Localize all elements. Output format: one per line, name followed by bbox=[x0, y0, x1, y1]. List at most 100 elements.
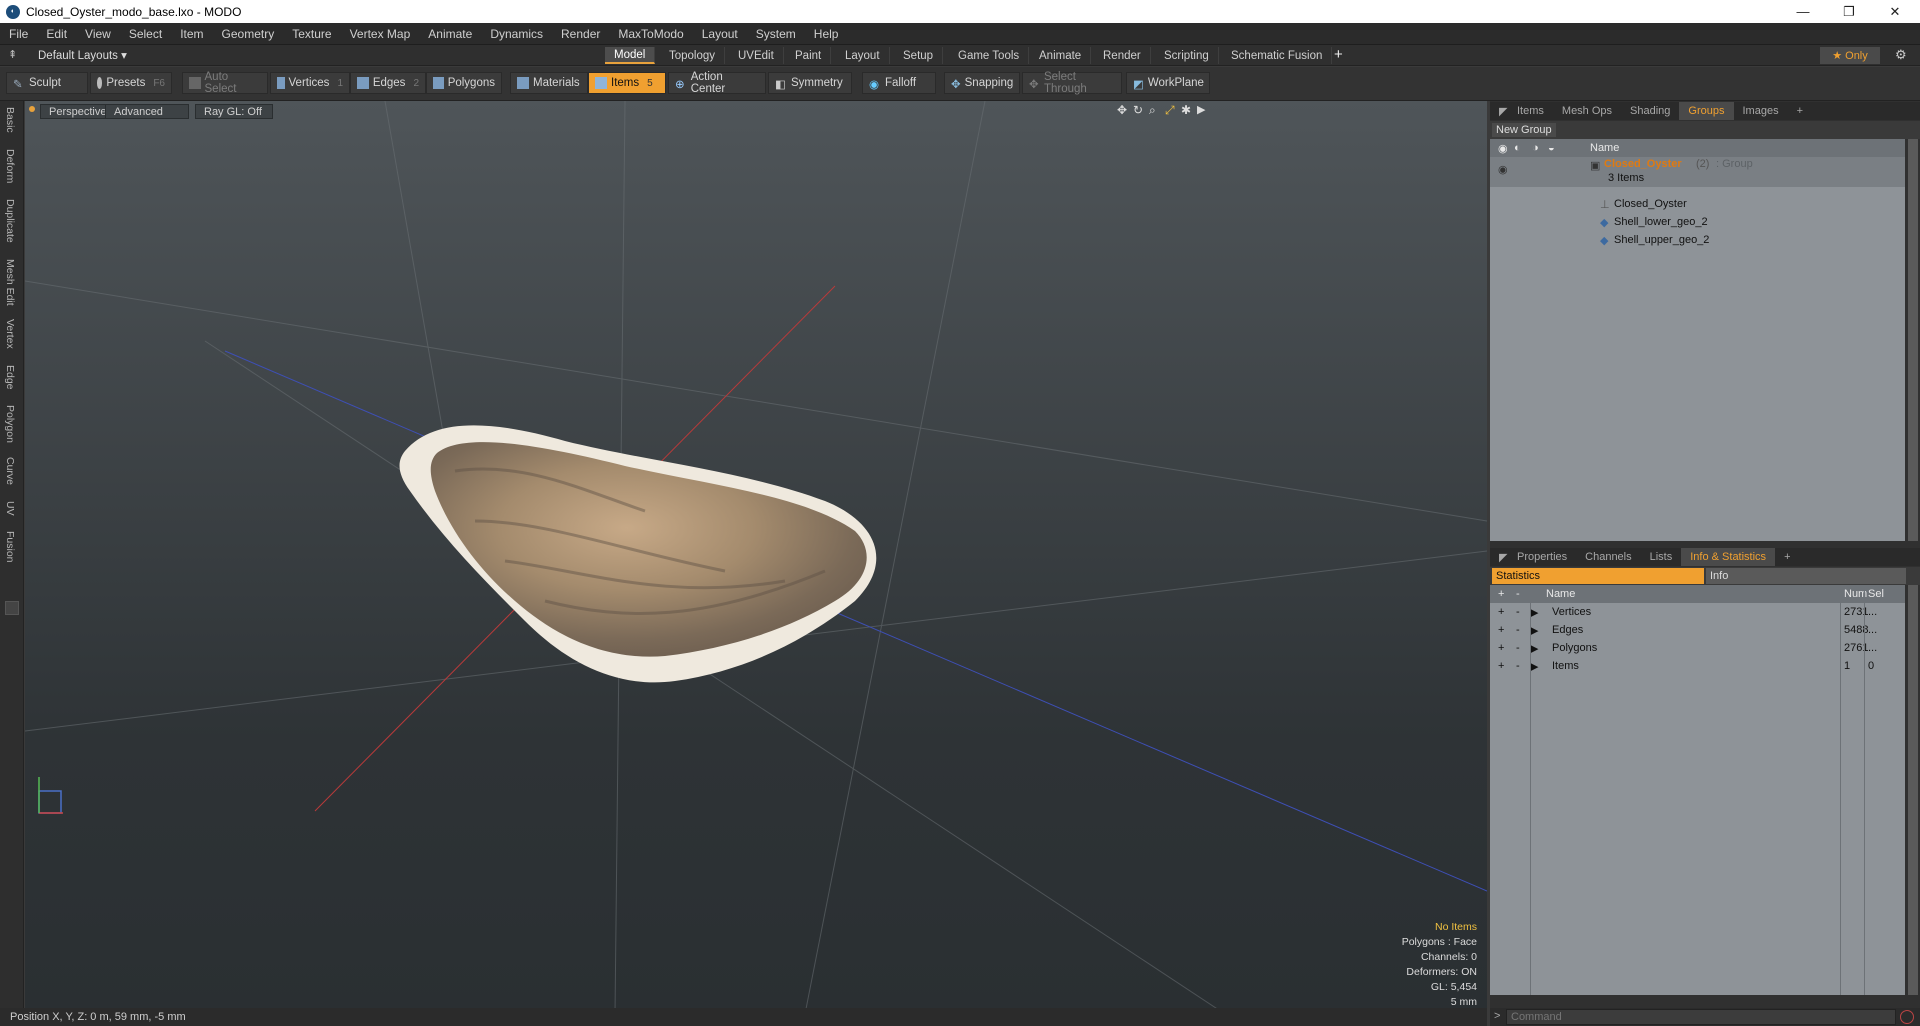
tab-items[interactable]: Items bbox=[1508, 102, 1553, 120]
stats-row-items[interactable]: + - ▶ Items 1 0 bbox=[1490, 657, 1905, 675]
tab-shading[interactable]: Shading bbox=[1621, 102, 1679, 120]
tree-item-row[interactable]: ◆ Shell_upper_geo_2 bbox=[1490, 231, 1905, 249]
tab-paint[interactable]: Paint bbox=[786, 47, 832, 64]
lock-icon[interactable]: ◐ bbox=[1514, 142, 1521, 154]
expand-arrow-icon[interactable]: ▶ bbox=[1530, 624, 1538, 637]
tab-game-tools[interactable]: Game Tools bbox=[949, 47, 1030, 64]
expand-toggle[interactable] bbox=[5, 601, 19, 615]
tab-layout[interactable]: Layout bbox=[836, 47, 890, 64]
add-panel-tab-button[interactable]: + bbox=[1788, 102, 1812, 120]
vtab-deform[interactable]: Deform bbox=[4, 149, 16, 183]
items-button[interactable]: Items 5 bbox=[588, 72, 666, 94]
tab-schematic-fusion[interactable]: Schematic Fusion bbox=[1222, 47, 1333, 64]
menu-render[interactable]: Render bbox=[552, 27, 609, 41]
remove-selection-button[interactable]: - bbox=[1516, 642, 1520, 654]
falloff-button[interactable]: ◉ Falloff bbox=[862, 72, 936, 94]
menu-texture[interactable]: Texture bbox=[283, 27, 340, 41]
maximize-button[interactable]: ❐ bbox=[1826, 0, 1872, 23]
vtab-basic[interactable]: Basic bbox=[4, 107, 16, 133]
settings-icon[interactable]: ✱ bbox=[1181, 103, 1191, 117]
panel-menu-icon[interactable]: ◤ bbox=[1490, 548, 1508, 566]
rotate-icon[interactable]: ↻ bbox=[1133, 103, 1143, 117]
menu-animate[interactable]: Animate bbox=[419, 27, 481, 41]
info-tab[interactable]: Info bbox=[1706, 568, 1906, 584]
3d-viewport[interactable]: Perspective Advanced Ray GL: Off ✥ ↻ ⌕ ⤢… bbox=[25, 101, 1487, 1014]
record-icon[interactable] bbox=[1900, 1010, 1914, 1024]
vtab-duplicate[interactable]: Duplicate bbox=[4, 199, 16, 243]
vtab-fusion[interactable]: Fusion bbox=[4, 531, 16, 563]
menu-maxtomodo[interactable]: MaxToModo bbox=[609, 27, 692, 41]
gear-icon[interactable]: ⚙ bbox=[1895, 47, 1907, 63]
menu-geometry[interactable]: Geometry bbox=[213, 27, 284, 41]
tab-scripting[interactable]: Scripting bbox=[1155, 47, 1219, 64]
presets-button[interactable]: Presets F6 bbox=[90, 72, 172, 94]
tree-item-row[interactable]: ◆ Shell_lower_geo_2 bbox=[1490, 213, 1905, 231]
vtab-polygon[interactable]: Polygon bbox=[4, 405, 16, 443]
edges-button[interactable]: Edges 2 bbox=[350, 72, 426, 94]
new-group-button[interactable]: New Group bbox=[1492, 123, 1556, 137]
tab-mesh-ops[interactable]: Mesh Ops bbox=[1553, 102, 1621, 120]
select-through-button[interactable]: ✥ Select Through bbox=[1022, 71, 1122, 95]
expand-arrow-icon[interactable]: ▶ bbox=[1530, 660, 1538, 673]
remove-selection-button[interactable]: - bbox=[1516, 606, 1520, 618]
snapping-button[interactable]: ✥ Snapping bbox=[944, 72, 1020, 94]
group-row[interactable]: ◉ ▣ Closed_Oyster (2) : Group 3 Items bbox=[1490, 157, 1905, 187]
menu-item[interactable]: Item bbox=[171, 27, 212, 41]
vtab-uv[interactable]: UV bbox=[4, 501, 16, 516]
tree-item-row[interactable]: ⊥ Closed_Oyster bbox=[1490, 195, 1905, 213]
oyster-model[interactable] bbox=[399, 425, 877, 683]
only-toggle[interactable]: ★ Only bbox=[1820, 47, 1880, 64]
materials-button[interactable]: Materials bbox=[510, 72, 588, 94]
panel-menu-icon[interactable]: ◤ bbox=[1490, 102, 1508, 120]
minimize-button[interactable]: — bbox=[1780, 0, 1826, 23]
tab-animate[interactable]: Animate bbox=[1030, 47, 1092, 64]
render-icon[interactable]: ◑ bbox=[1532, 142, 1539, 154]
remove-selection-button[interactable]: - bbox=[1516, 660, 1520, 672]
tab-uvedit[interactable]: UVEdit bbox=[729, 47, 784, 64]
tab-setup[interactable]: Setup bbox=[894, 47, 944, 64]
remove-selection-button[interactable]: - bbox=[1516, 624, 1520, 636]
add-selection-button[interactable]: + bbox=[1498, 624, 1504, 636]
stats-row-polygons[interactable]: + - ▶ Polygons 2761 ... bbox=[1490, 639, 1905, 657]
sculpt-button[interactable]: ✎ Sculpt bbox=[6, 72, 88, 94]
tab-properties[interactable]: Properties bbox=[1508, 548, 1576, 566]
menu-system[interactable]: System bbox=[747, 27, 805, 41]
statistics-tab[interactable]: Statistics bbox=[1492, 568, 1704, 584]
tab-lists[interactable]: Lists bbox=[1641, 548, 1682, 566]
command-input[interactable] bbox=[1506, 1009, 1896, 1025]
tree-scrollbar[interactable] bbox=[1908, 139, 1918, 541]
raygl-button[interactable]: Ray GL: Off bbox=[195, 104, 273, 119]
menu-help[interactable]: Help bbox=[805, 27, 848, 41]
add-panel-tab-button[interactable]: + bbox=[1775, 548, 1799, 566]
stats-scrollbar[interactable] bbox=[1908, 585, 1918, 995]
layout-selector[interactable]: Default Layouts ▾ bbox=[38, 48, 127, 62]
vertices-button[interactable]: Vertices 1 bbox=[270, 72, 350, 94]
tab-topology[interactable]: Topology bbox=[660, 47, 726, 64]
workplane-button[interactable]: ◩ WorkPlane bbox=[1126, 72, 1210, 94]
vtab-mesh-edit[interactable]: Mesh Edit bbox=[4, 259, 16, 306]
stats-row-vertices[interactable]: + - ▶ Vertices 2731 ... bbox=[1490, 603, 1905, 621]
tab-groups[interactable]: Groups bbox=[1679, 102, 1734, 120]
eye-icon[interactable]: ◉ bbox=[1498, 142, 1508, 155]
close-button[interactable]: ✕ bbox=[1872, 0, 1918, 23]
tab-channels[interactable]: Channels bbox=[1576, 548, 1640, 566]
menu-layout[interactable]: Layout bbox=[693, 27, 747, 41]
tab-info-statistics[interactable]: Info & Statistics bbox=[1681, 548, 1776, 566]
menu-edit[interactable]: Edit bbox=[37, 27, 76, 41]
add-selection-button[interactable]: + bbox=[1498, 606, 1504, 618]
zoom-icon[interactable]: ⌕ bbox=[1149, 103, 1156, 118]
menu-dynamics[interactable]: Dynamics bbox=[481, 27, 552, 41]
symmetry-button[interactable]: ◧ Symmetry bbox=[768, 72, 852, 94]
select-icon[interactable]: ◒ bbox=[1548, 142, 1555, 154]
arrow-right-icon[interactable]: ▶ bbox=[1197, 103, 1205, 116]
tab-render[interactable]: Render bbox=[1094, 47, 1151, 64]
menu-select[interactable]: Select bbox=[120, 27, 171, 41]
collapse-icon[interactable]: ⇞ bbox=[8, 48, 17, 61]
tab-model[interactable]: Model bbox=[605, 47, 656, 64]
visibility-icon[interactable]: ◉ bbox=[1498, 163, 1508, 176]
vtab-vertex[interactable]: Vertex bbox=[4, 319, 16, 349]
action-center-button[interactable]: ⊕ Action Center bbox=[668, 71, 766, 95]
vtab-edge[interactable]: Edge bbox=[4, 365, 16, 390]
add-selection-button[interactable]: + bbox=[1498, 642, 1504, 654]
menu-view[interactable]: View bbox=[76, 27, 120, 41]
